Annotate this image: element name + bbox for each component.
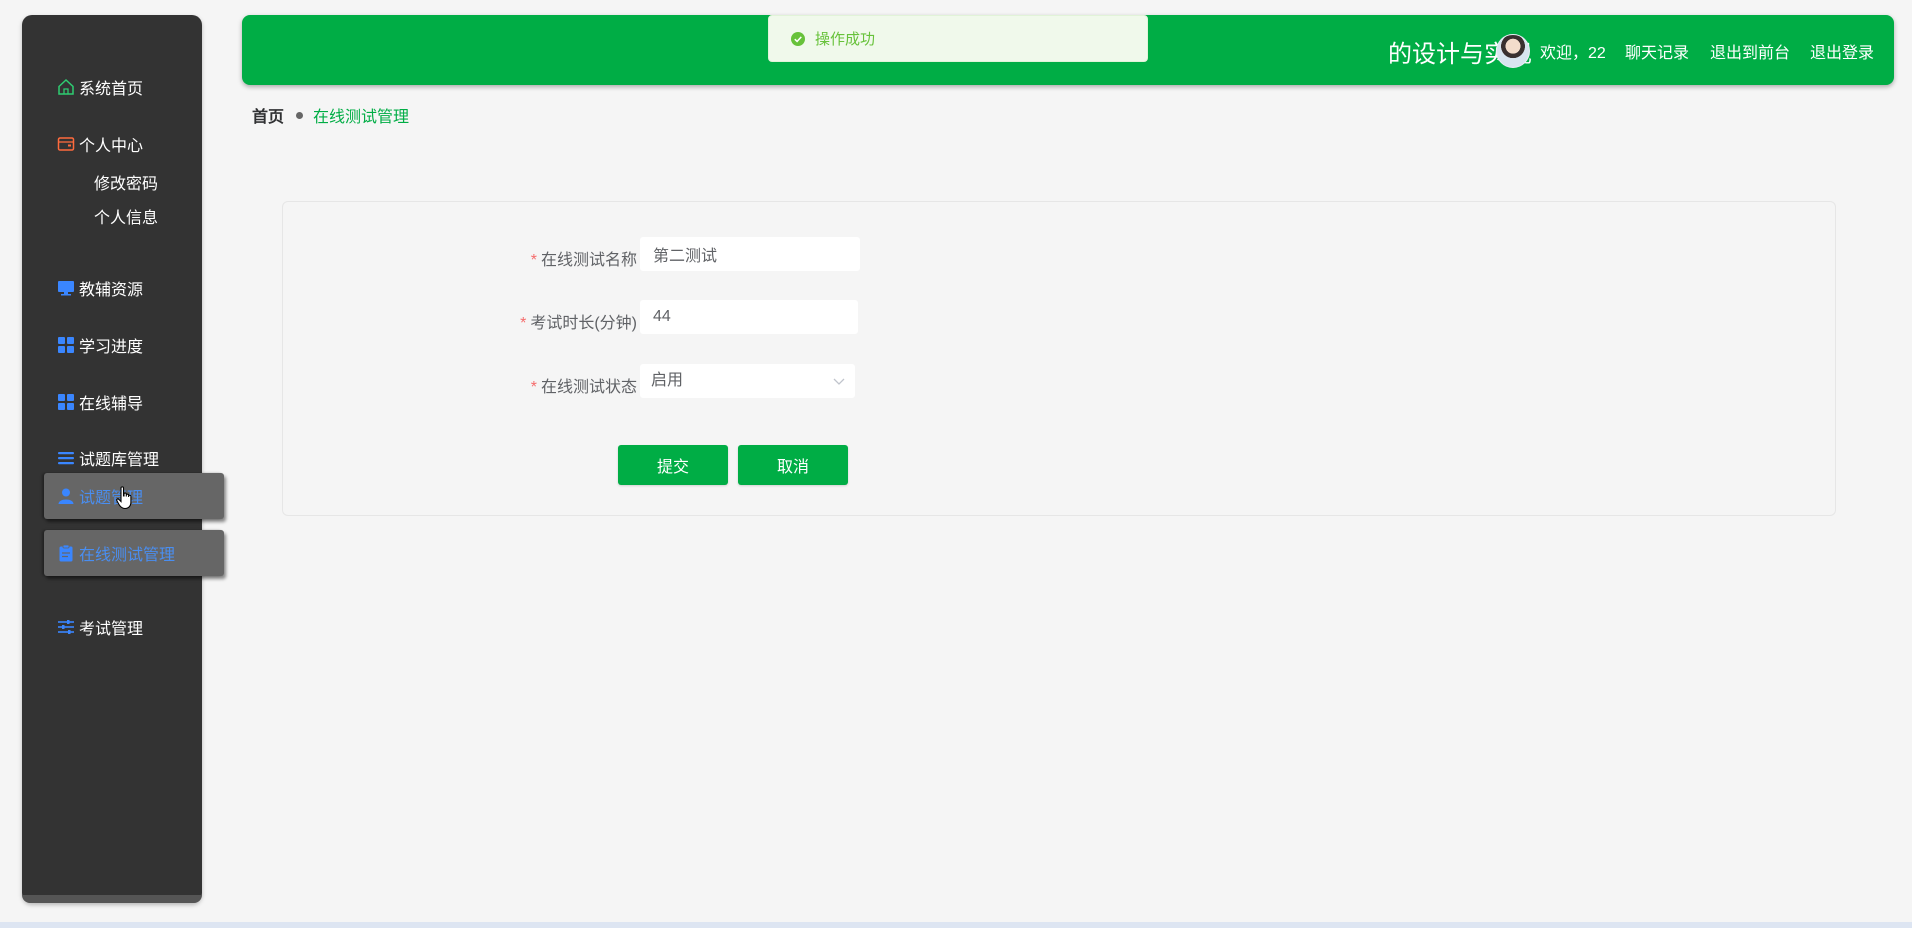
grid-icon: [57, 393, 75, 411]
breadcrumb-home[interactable]: 首页: [252, 103, 284, 127]
sidebar-item-label: 学习进度: [79, 339, 144, 356]
sidebar-scrollbar: [22, 895, 202, 903]
clipboard-icon: [57, 544, 75, 562]
sidebar-item-label: 系统首页: [79, 81, 144, 98]
monitor-icon: [57, 279, 75, 297]
check-circle-icon: [791, 31, 805, 46]
status-label: * 在线测试状态: [530, 379, 637, 396]
sidebar-item-exam[interactable]: 考试管理: [22, 604, 202, 650]
wallet-icon: [57, 135, 75, 153]
logout-link[interactable]: 退出登录: [1810, 39, 1874, 63]
test-name-input[interactable]: [640, 237, 860, 271]
chevron-down-icon: [833, 378, 845, 385]
hand-cursor-icon: [116, 486, 132, 510]
sidebar-item-tutoring[interactable]: 在线辅导: [22, 379, 202, 425]
sidebar-item-label: 教辅资源: [79, 282, 144, 299]
toast-message: 操作成功: [815, 31, 876, 48]
window-bottom-strip: [0, 922, 1912, 928]
sidebar-subitem-change-password[interactable]: 修改密码: [94, 170, 158, 194]
exit-to-front-link[interactable]: 退出到前台: [1710, 39, 1790, 63]
sliders-icon: [57, 618, 75, 636]
welcome-text: 欢迎，22: [1540, 45, 1606, 62]
sidebar-subitem-personal-info[interactable]: 个人信息: [94, 204, 158, 228]
cancel-button[interactable]: 取消: [738, 445, 848, 485]
grid-icon: [57, 336, 75, 354]
sidebar-item-resources[interactable]: 教辅资源: [22, 265, 202, 311]
sidebar-item-online-test[interactable]: 在线测试管理: [44, 530, 224, 576]
sidebar-item-label: 试题库管理: [79, 452, 160, 469]
sidebar-item-personal-center[interactable]: 个人中心: [22, 121, 202, 167]
success-toast: 操作成功: [768, 15, 1148, 62]
sidebar: 系统首页 个人中心 修改密码 个人信息 教辅资源 学习进度 在线辅导 试题库管理: [22, 15, 224, 903]
sidebar-item-label: 考试管理: [79, 621, 144, 638]
breadcrumb-current: 在线测试管理: [313, 109, 410, 126]
submit-button[interactable]: 提交: [618, 445, 728, 485]
breadcrumb: 首页 在线测试管理: [252, 103, 409, 127]
user-icon: [57, 487, 75, 505]
duration-input[interactable]: [640, 300, 858, 334]
form-card: *在线测试名称 *考试时长(分钟) *在线测试状态 启用 提交 取消: [282, 201, 1836, 516]
form-row-status: * 在线测试状态 启用: [283, 364, 1835, 400]
form-row-test-name: * 在线测试名称: [283, 237, 1835, 273]
sidebar-item-progress[interactable]: 学习进度: [22, 322, 202, 368]
home-icon: [57, 78, 75, 96]
status-select-value: 启用: [651, 372, 684, 389]
sidebar-item-questions[interactable]: 试题管理: [44, 473, 224, 519]
sidebar-item-label: 个人中心: [79, 138, 144, 155]
breadcrumb-separator-icon: [296, 111, 304, 119]
sidebar-item-home[interactable]: 系统首页: [22, 64, 202, 110]
list-icon: [57, 449, 75, 467]
form-row-duration: * 考试时长(分钟): [283, 300, 1835, 336]
sidebar-item-label: 在线辅导: [79, 396, 144, 413]
duration-label: * 考试时长(分钟): [520, 315, 637, 332]
test-name-label: * 在线测试名称: [530, 252, 637, 269]
avatar[interactable]: [1496, 34, 1530, 68]
sidebar-item-label: 在线测试管理: [79, 547, 176, 564]
status-select[interactable]: 启用: [640, 364, 855, 398]
chat-record-link[interactable]: 聊天记录: [1625, 39, 1689, 63]
